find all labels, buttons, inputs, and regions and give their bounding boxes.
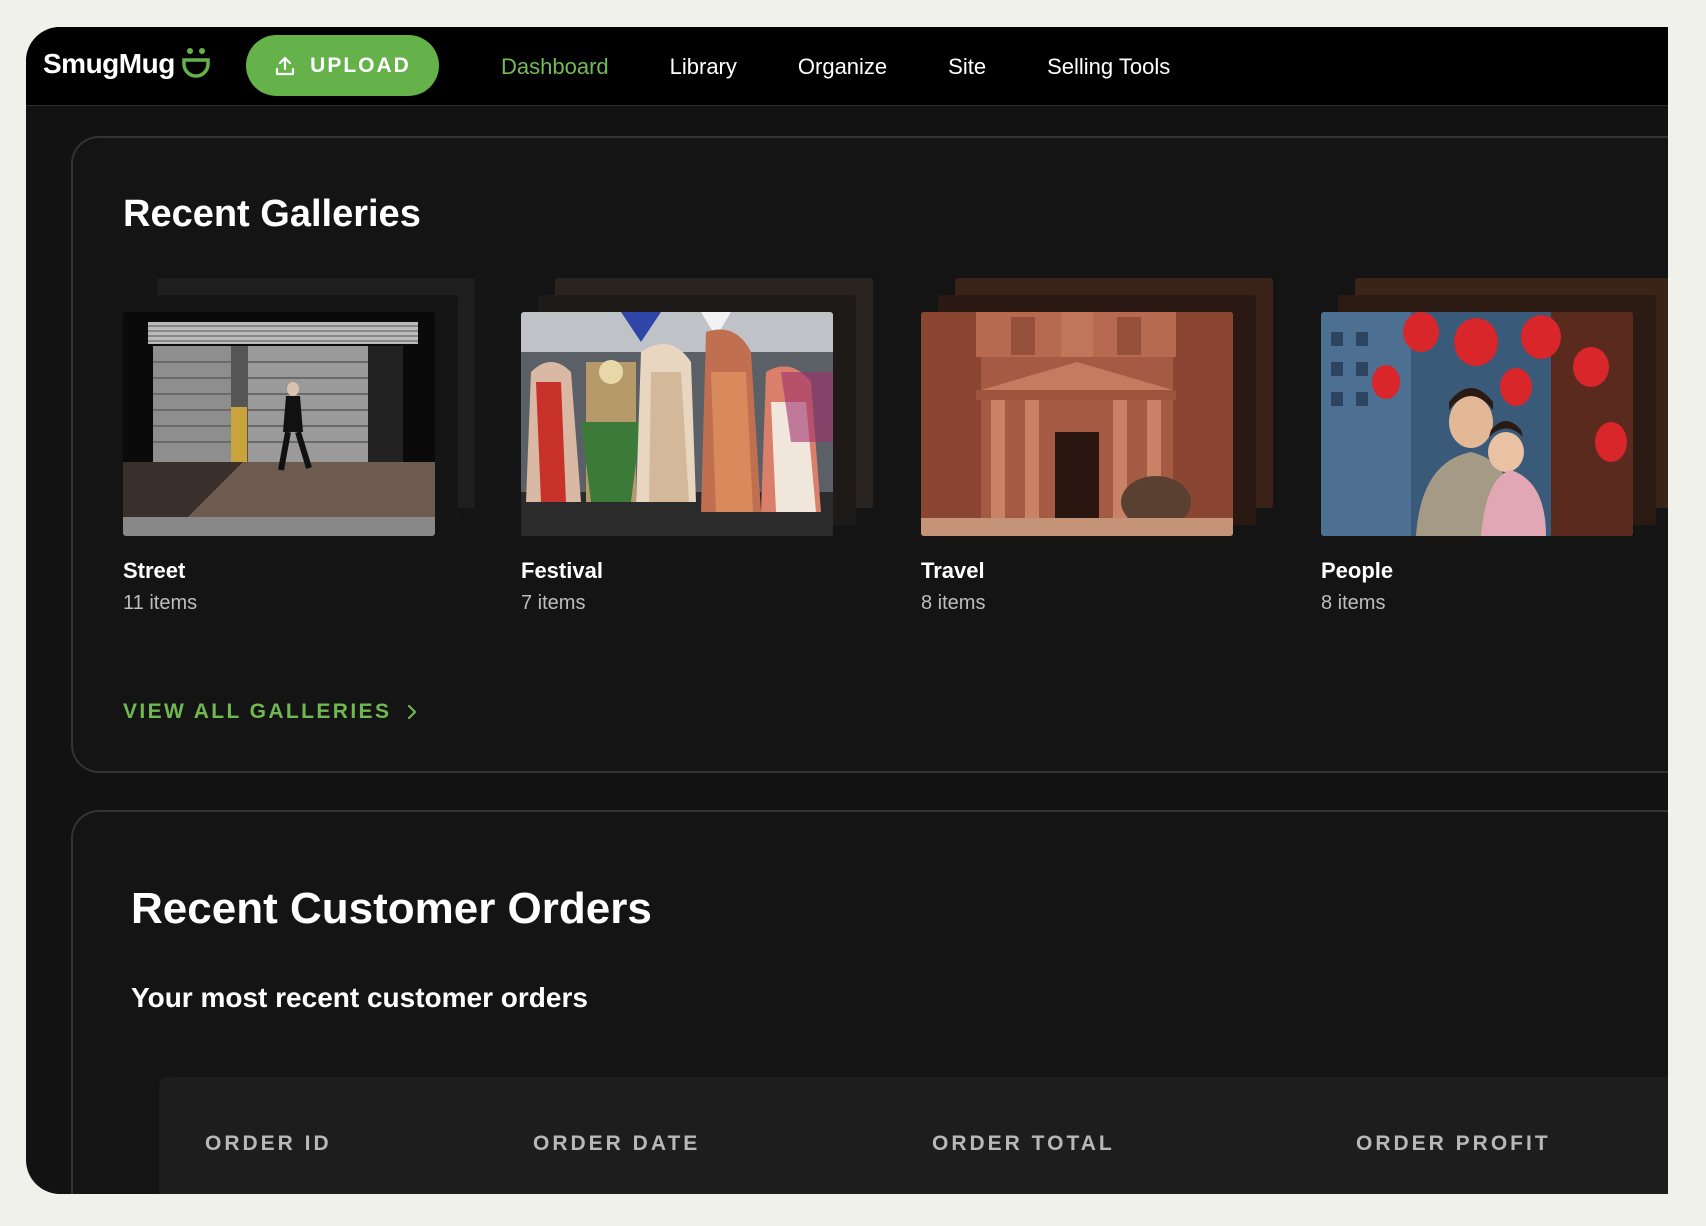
gallery-festival[interactable]: Festival 7 items (521, 278, 873, 618)
gallery-thumbnail-travel (921, 312, 1233, 536)
street-photo (123, 312, 435, 536)
app-window: SmugMug UPLOAD Dashboard Library Organiz… (26, 27, 1668, 1194)
festival-photo (521, 312, 833, 536)
nav-library[interactable]: Library (670, 54, 737, 80)
gallery-name: People (1321, 558, 1394, 583)
gallery-thumbnail-people (1321, 312, 1633, 536)
recent-orders-title: Recent Customer Orders (131, 884, 652, 933)
nav-dashboard[interactable]: Dashboard (501, 54, 609, 80)
logo-text: SmugMug (43, 48, 175, 79)
orders-table-header: ORDER ID ORDER DATE ORDER TOTAL ORDER PR… (159, 1077, 1668, 1194)
column-order-id[interactable]: ORDER ID (205, 1132, 332, 1156)
nav-organize[interactable]: Organize (798, 54, 887, 80)
gallery-item-count: 8 items (1321, 592, 1386, 614)
column-order-total[interactable]: ORDER TOTAL (932, 1132, 1115, 1156)
nav-selling-tools[interactable]: Selling Tools (1047, 54, 1170, 80)
recent-orders-subtitle: Your most recent customer orders (131, 982, 588, 1013)
gallery-travel[interactable]: Travel 8 items (921, 278, 1273, 618)
view-all-label: VIEW ALL GALLERIES (123, 700, 392, 723)
recent-galleries-card: Recent Galleries Street 11 items Festiva… (71, 136, 1668, 773)
gallery-name: Festival (521, 558, 603, 583)
column-order-date[interactable]: ORDER DATE (533, 1132, 700, 1156)
recent-orders-card: Recent Customer Orders Your most recent … (71, 810, 1668, 1194)
main-nav: Dashboard Library Organize Site Selling … (501, 27, 1231, 106)
gallery-thumbnail-street (123, 312, 435, 536)
gallery-people[interactable]: People 8 items (1321, 278, 1668, 618)
gallery-item-count: 8 items (921, 592, 986, 614)
gallery-item-count: 7 items (521, 592, 586, 614)
view-all-galleries-link[interactable]: VIEW ALL GALLERIES (123, 700, 419, 724)
gallery-name: Travel (921, 558, 985, 583)
travel-photo (921, 312, 1233, 536)
upload-button[interactable]: UPLOAD (246, 35, 439, 96)
chevron-right-icon (408, 704, 417, 720)
smugmug-face-icon (182, 48, 210, 78)
upload-icon (276, 56, 295, 75)
gallery-street[interactable]: Street 11 items (123, 278, 475, 618)
recent-galleries-title: Recent Galleries (123, 193, 421, 235)
gallery-name: Street (123, 558, 186, 583)
smugmug-logo[interactable]: SmugMug (43, 47, 211, 81)
gallery-thumbnail-festival (521, 312, 833, 536)
top-bar: SmugMug UPLOAD Dashboard Library Organiz… (26, 27, 1668, 106)
nav-site[interactable]: Site (948, 54, 986, 80)
column-order-profit[interactable]: ORDER PROFIT (1356, 1132, 1551, 1156)
upload-label: UPLOAD (310, 53, 411, 77)
people-photo (1321, 312, 1633, 536)
gallery-item-count: 11 items (123, 592, 198, 614)
